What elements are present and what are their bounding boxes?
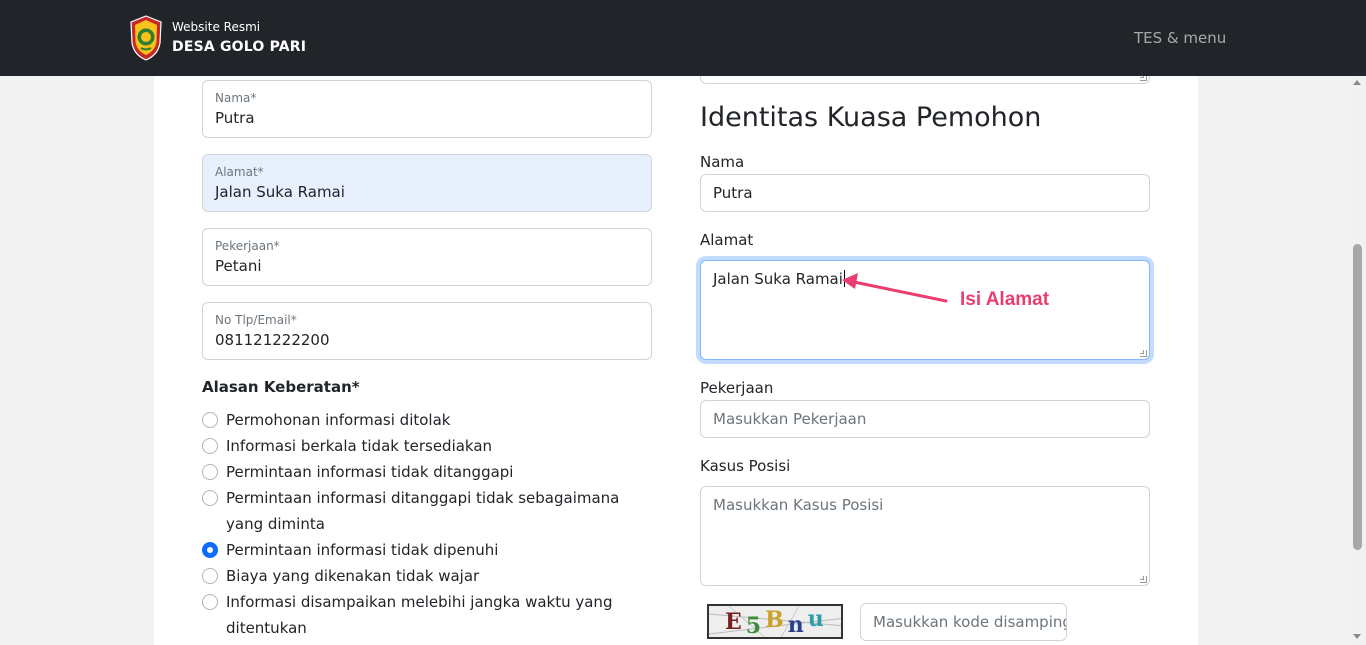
kuasa-alamat-label: Alamat xyxy=(700,231,754,249)
radio-button[interactable] xyxy=(202,464,218,480)
alasan-option[interactable]: Informasi disampaikan melebihi jangka wa… xyxy=(202,589,652,641)
captcha-char: n xyxy=(787,612,808,638)
captcha-char: 5 xyxy=(745,613,766,639)
alamat-label: Alamat* xyxy=(215,165,264,179)
kasus-posisi-label: Kasus Posisi xyxy=(700,457,791,475)
kuasa-pekerjaan-input[interactable]: Masukkan Pekerjaan xyxy=(700,400,1150,438)
captcha-chars: E5Bnu xyxy=(725,606,828,639)
scroll-up-icon[interactable] xyxy=(1353,80,1361,85)
kuasa-nama-input[interactable]: Putra xyxy=(700,174,1150,212)
kontak-field[interactable]: No Tlp/Email* 081121222200 xyxy=(202,302,652,360)
kuasa-nama-value: Putra xyxy=(713,184,753,202)
alasan-option-label: Informasi disampaikan melebihi jangka wa… xyxy=(226,593,613,637)
alasan-option[interactable]: Permintaan informasi tidak dipenuhi xyxy=(202,537,652,563)
previous-textarea[interactable] xyxy=(700,76,1150,84)
radio-button[interactable] xyxy=(202,412,218,428)
annotation-label: Isi Alamat xyxy=(960,289,1050,310)
alasan-option-label: Permintaan informasi tidak dipenuhi xyxy=(226,541,499,559)
brand-link[interactable]: Website Resmi DESA GOLO PARI xyxy=(129,15,306,61)
captcha-input[interactable]: Masukkan kode disamping xyxy=(860,603,1067,641)
alasan-option[interactable]: Informasi berkala tidak tersediakan xyxy=(202,433,652,459)
radio-button[interactable] xyxy=(202,438,218,454)
brand-subtitle: Website Resmi xyxy=(172,20,261,34)
captcha-char: B xyxy=(765,607,788,633)
nama-value: Putra xyxy=(215,109,255,127)
alasan-option[interactable]: Permohonan informasi ditolak xyxy=(202,407,652,433)
alasan-option[interactable]: Permintaan informasi ditanggapi tidak se… xyxy=(202,485,652,537)
kasus-posisi-placeholder: Masukkan Kasus Posisi xyxy=(713,496,884,514)
page-scrollbar[interactable] xyxy=(1349,76,1366,645)
kuasa-pekerjaan-label: Pekerjaan xyxy=(700,379,774,397)
kontak-value: 081121222200 xyxy=(215,331,330,349)
alasan-title: Alasan Keberatan* xyxy=(202,378,360,396)
resize-grip-icon[interactable] xyxy=(1140,576,1147,583)
scrollbar-thumb[interactable] xyxy=(1353,244,1362,550)
radio-button-checked[interactable] xyxy=(202,542,218,558)
alamat-value: Jalan Suka Ramai xyxy=(215,183,345,201)
captcha-char: E xyxy=(725,609,746,635)
captcha-text: E5Bnu xyxy=(725,606,828,637)
pekerjaan-label: Pekerjaan* xyxy=(215,239,280,253)
alasan-option-label: Biaya yang dikenakan tidak wajar xyxy=(226,567,480,585)
alasan-radio-group: Permohonan informasi ditolak Informasi b… xyxy=(202,407,652,641)
annotation-arrow-icon xyxy=(842,273,948,303)
radio-button[interactable] xyxy=(202,594,218,610)
nav-menu-link[interactable]: TES & menu xyxy=(1134,29,1226,47)
resize-grip-icon[interactable] xyxy=(1140,76,1147,81)
section-title: Identitas Kuasa Pemohon xyxy=(700,102,1042,133)
scroll-down-icon[interactable] xyxy=(1353,634,1361,639)
captcha-char: u xyxy=(807,606,828,632)
alasan-option-label: Permintaan informasi tidak ditanggapi xyxy=(226,463,514,481)
kuasa-alamat-value: Jalan Suka Ramai xyxy=(713,270,843,288)
kuasa-nama-label: Nama xyxy=(700,153,745,171)
nama-field[interactable]: Nama* Putra xyxy=(202,80,652,138)
village-emblem-icon xyxy=(130,15,162,61)
navbar: Website Resmi DESA GOLO PARI TES & menu xyxy=(0,0,1366,76)
radio-button[interactable] xyxy=(202,568,218,584)
captcha-placeholder: Masukkan kode disamping xyxy=(873,613,1067,631)
brand-title: DESA GOLO PARI xyxy=(172,39,307,55)
kontak-label: No Tlp/Email* xyxy=(215,313,297,327)
alasan-option-label: Permintaan informasi ditanggapi tidak se… xyxy=(226,489,620,533)
radio-button[interactable] xyxy=(202,490,218,506)
pekerjaan-value: Petani xyxy=(215,257,262,275)
captcha-image: E5Bnu xyxy=(707,604,843,639)
form-card: Nama* Putra Alamat* Jalan Suka Ramai Pek… xyxy=(154,76,1198,645)
kasus-posisi-textarea[interactable]: Masukkan Kasus Posisi xyxy=(700,486,1150,586)
pekerjaan-field[interactable]: Pekerjaan* Petani xyxy=(202,228,652,286)
resize-grip-icon[interactable] xyxy=(1140,350,1147,357)
alasan-option-label: Permohonan informasi ditolak xyxy=(226,411,451,429)
alasan-option-label: Informasi berkala tidak tersediakan xyxy=(226,437,493,455)
nama-label: Nama* xyxy=(215,91,257,105)
alasan-option[interactable]: Biaya yang dikenakan tidak wajar xyxy=(202,563,652,589)
kuasa-pekerjaan-placeholder: Masukkan Pekerjaan xyxy=(713,410,867,428)
alamat-field[interactable]: Alamat* Jalan Suka Ramai xyxy=(202,154,652,212)
alasan-option[interactable]: Permintaan informasi tidak ditanggapi xyxy=(202,459,652,485)
